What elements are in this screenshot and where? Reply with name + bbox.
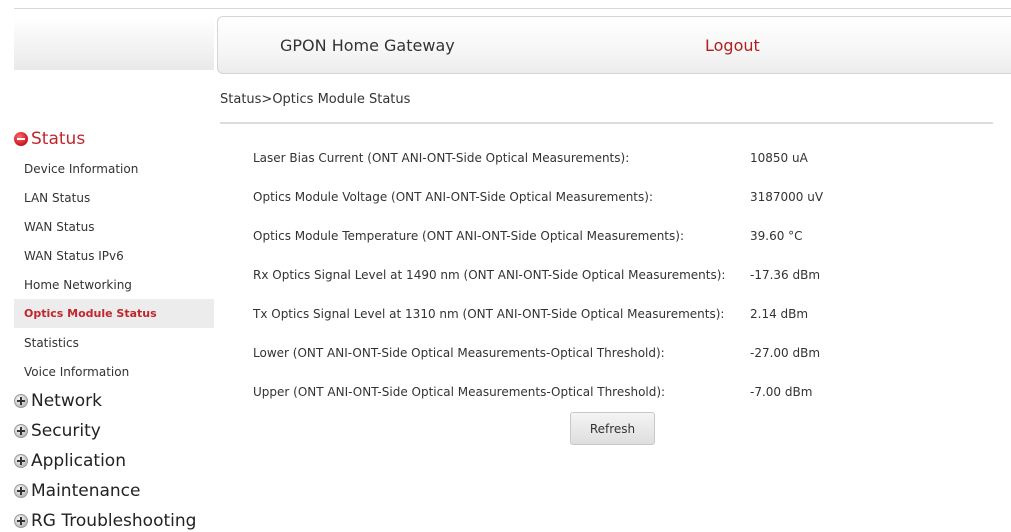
gateway-title: GPON Home Gateway [280, 36, 455, 55]
metric-row: Rx Optics Signal Level at 1490 nm (ONT A… [253, 255, 973, 294]
sidebar-section-label: Status [31, 129, 86, 149]
sidebar-section-rg-troubleshooting[interactable]: RG Troubleshooting [14, 506, 214, 532]
sidebar-item-wan-status-ipv6[interactable]: WAN Status IPv6 [14, 241, 214, 270]
sidebar-section-label: Maintenance [31, 481, 141, 501]
expand-icon [14, 484, 28, 498]
metric-value: 2.14 dBm [750, 306, 809, 321]
metric-value: 39.60 °C [750, 228, 803, 243]
sidebar-section-label: Application [31, 451, 126, 471]
sidebar-item-statistics[interactable]: Statistics [14, 328, 214, 357]
sidebar-section-application[interactable]: Application [14, 446, 214, 476]
metric-row: Optics Module Voltage (ONT ANI-ONT-Side … [253, 177, 973, 216]
sidebar-section-label: Network [31, 391, 102, 411]
sidebar: Status Device Information LAN Status WAN… [14, 124, 214, 532]
metric-label: Optics Module Temperature (ONT ANI-ONT-S… [253, 228, 684, 243]
sidebar-item-lan-status[interactable]: LAN Status [14, 183, 214, 212]
expand-icon [14, 424, 28, 438]
expand-icon [14, 454, 28, 468]
sidebar-item-device-information[interactable]: Device Information [14, 154, 214, 183]
sidebar-item-optics-module-status[interactable]: Optics Module Status [14, 299, 214, 328]
sidebar-item-home-networking[interactable]: Home Networking [14, 270, 214, 299]
sidebar-section-maintenance[interactable]: Maintenance [14, 476, 214, 506]
metric-row: Optics Module Temperature (ONT ANI-ONT-S… [253, 216, 973, 255]
expand-icon [14, 394, 28, 408]
sidebar-section-security[interactable]: Security [14, 416, 214, 446]
metric-label: Laser Bias Current (ONT ANI-ONT-Side Opt… [253, 150, 630, 165]
metric-value: -17.36 dBm [750, 267, 821, 282]
sidebar-header-band [14, 18, 214, 70]
logout-link[interactable]: Logout [705, 36, 760, 55]
sidebar-section-label: Security [31, 421, 101, 441]
sidebar-item-voice-information[interactable]: Voice Information [14, 357, 214, 386]
metric-value: -27.00 dBm [750, 345, 821, 360]
metric-row: Laser Bias Current (ONT ANI-ONT-Side Opt… [253, 138, 973, 177]
metric-label: Optics Module Voltage (ONT ANI-ONT-Side … [253, 189, 653, 204]
refresh-button[interactable]: Refresh [570, 412, 655, 445]
collapse-icon [14, 132, 28, 146]
metric-label: Lower (ONT ANI-ONT-Side Optical Measurem… [253, 345, 665, 360]
metric-label: Tx Optics Signal Level at 1310 nm (ONT A… [253, 306, 725, 321]
metric-value: -7.00 dBm [750, 384, 813, 399]
sidebar-item-wan-status[interactable]: WAN Status [14, 212, 214, 241]
header-bar: GPON Home Gateway Logout [217, 16, 1011, 74]
metric-row: Tx Optics Signal Level at 1310 nm (ONT A… [253, 294, 973, 333]
metric-label: Upper (ONT ANI-ONT-Side Optical Measurem… [253, 384, 666, 399]
metric-value: 3187000 uV [750, 189, 824, 204]
metric-row: Upper (ONT ANI-ONT-Side Optical Measurem… [253, 372, 973, 411]
optics-metrics-table: Laser Bias Current (ONT ANI-ONT-Side Opt… [253, 138, 973, 411]
sidebar-section-label: RG Troubleshooting [31, 511, 197, 531]
metric-row: Lower (ONT ANI-ONT-Side Optical Measurem… [253, 333, 973, 372]
metric-value: 10850 uA [750, 150, 808, 165]
expand-icon [14, 514, 28, 528]
breadcrumb: Status>Optics Module Status [220, 92, 411, 107]
metric-label: Rx Optics Signal Level at 1490 nm (ONT A… [253, 267, 726, 282]
top-divider [14, 8, 1011, 9]
content-divider [220, 122, 993, 124]
sidebar-section-status[interactable]: Status [14, 124, 214, 154]
sidebar-section-network[interactable]: Network [14, 386, 214, 416]
status-submenu: Device Information LAN Status WAN Status… [14, 154, 214, 386]
